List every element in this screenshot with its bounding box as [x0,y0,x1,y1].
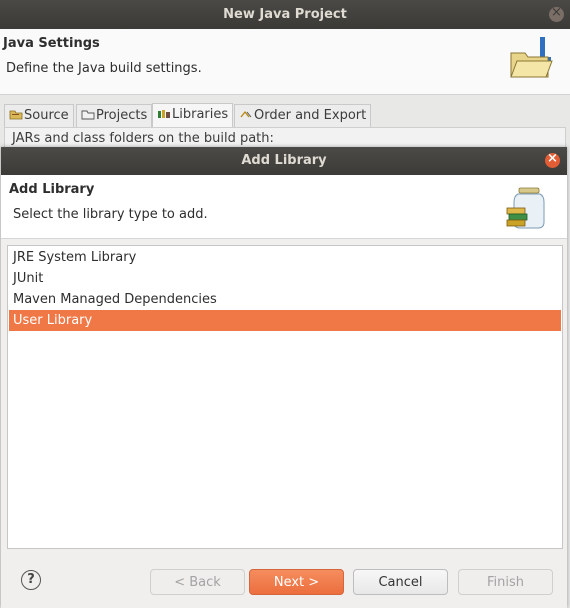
order-export-icon [240,110,252,118]
dialog-header-description: Select the library type to add. [13,207,208,222]
outer-close-icon[interactable] [549,5,564,22]
list-item-junit[interactable]: JUnit [9,268,561,289]
tab-libraries-label: Libraries [172,107,229,122]
cancel-button[interactable]: Cancel [353,569,448,595]
help-icon[interactable]: ? [21,570,41,590]
tab-source[interactable]: Source [4,104,74,127]
dialog-titlebar: Add Library [1,147,567,175]
tab-order-export[interactable]: Order and Export [234,104,372,127]
tab-libraries[interactable]: Libraries [152,103,234,128]
build-path-label: JARs and class folders on the build path… [12,131,274,146]
tab-projects[interactable]: Projects [76,104,153,127]
projects-folder-icon [81,110,95,120]
finish-button[interactable]: Finish [458,569,553,595]
library-jar-banner-icon [506,187,545,229]
list-item-maven-managed-dependencies[interactable]: Maven Managed Dependencies [9,289,561,310]
library-type-list[interactable]: JRE System Library JUnit Maven Managed D… [7,245,563,549]
list-item-jre-system-library[interactable]: JRE System Library [9,247,561,268]
outer-window-titlebar: New Java Project [0,0,570,29]
next-button[interactable]: Next > [249,569,344,595]
source-folder-icon [9,110,23,120]
folder-banner-icon [510,37,553,78]
outer-header-title: Java Settings [3,36,100,51]
back-button[interactable]: < Back [150,569,245,595]
tab-projects-label: Projects [96,108,148,123]
tab-order-export-label: Order and Export [254,108,367,123]
dialog-header-title: Add Library [9,182,95,197]
libraries-icon [158,110,170,118]
dialog-close-icon[interactable] [545,151,560,168]
list-item-user-library[interactable]: User Library [9,310,561,331]
tab-source-label: Source [24,108,69,123]
outer-header-description: Define the Java build settings. [6,61,202,76]
